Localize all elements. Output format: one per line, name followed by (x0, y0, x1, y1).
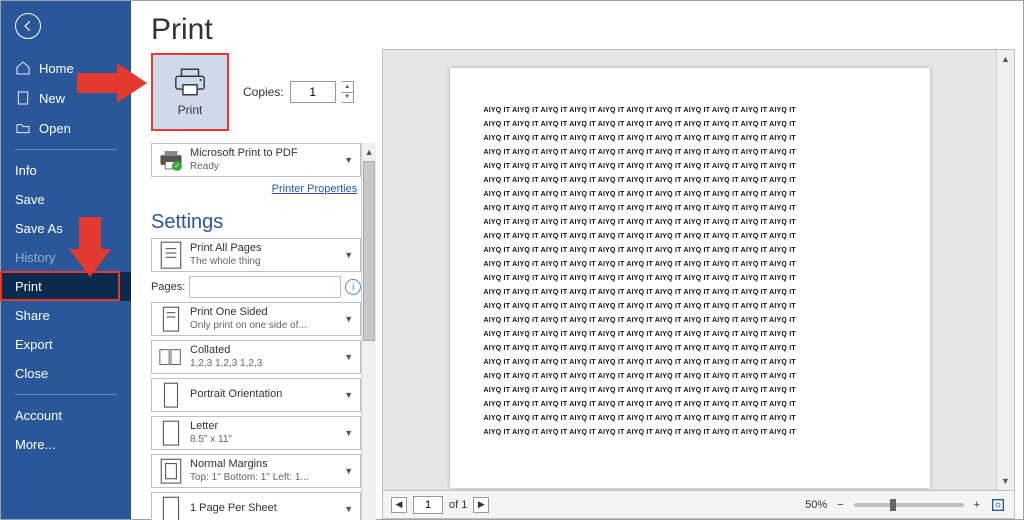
sidebar-item-open[interactable]: Open (1, 113, 131, 143)
zoom-out-button[interactable]: − (833, 499, 847, 511)
margins-icon (158, 456, 184, 486)
copies-input[interactable] (290, 81, 336, 103)
back-button[interactable] (15, 13, 41, 39)
paper-icon (158, 418, 184, 448)
doc-icon (158, 240, 184, 270)
sidebar-item-label: Open (39, 121, 71, 136)
setting-orientation[interactable]: Portrait Orientation ▼ (151, 378, 361, 412)
fit-page-icon[interactable] (990, 497, 1006, 513)
setting-margins[interactable]: Normal MarginsTop: 1" Bottom: 1" Left: 1… (151, 454, 361, 488)
sidebar-item-account[interactable]: Account (1, 401, 131, 430)
sidebar-item-history[interactable]: History (1, 243, 131, 272)
copies-stepper[interactable]: ▲▼ (342, 81, 354, 103)
printer-properties-link[interactable]: Printer Properties (272, 183, 358, 195)
collate-icon (158, 346, 184, 368)
sheet-icon (158, 494, 184, 520)
info-icon[interactable]: i (345, 279, 361, 295)
settings-heading: Settings (151, 211, 361, 234)
setting-pages-per-sheet[interactable]: 1 Page Per Sheet ▼ (151, 492, 361, 520)
sidebar-item-label: Home (39, 61, 74, 76)
scroll-down-icon[interactable]: ▼ (997, 472, 1014, 490)
preview-canvas: AIYQ IT AIYQ IT AIYQ IT AIYQ IT AIYQ IT … (383, 50, 996, 490)
page-number-input[interactable] (413, 496, 443, 514)
scroll-up-icon[interactable]: ▲ (362, 143, 376, 161)
sidebar-item-save[interactable]: Save (1, 185, 131, 214)
sidebar-item-export[interactable]: Export (1, 330, 131, 359)
sidebar-item-label: New (39, 91, 65, 106)
chevron-down-icon: ▼ (344, 466, 354, 476)
chevron-down-icon: ▼ (344, 428, 354, 438)
setting-sides[interactable]: Print One SidedOnly print on one side of… (151, 302, 361, 336)
chevron-down-icon: ▼ (344, 504, 354, 514)
sidebar-item-share[interactable]: Share (1, 301, 131, 330)
zoom-in-button[interactable]: + (970, 499, 984, 511)
copies-label: Copies: (243, 85, 284, 99)
sidebar-item-home[interactable]: Home (1, 53, 131, 83)
page-of-label: of 1 (449, 499, 467, 511)
setting-collate[interactable]: Collated1,2,3 1,2,3 1,2,3 ▼ (151, 340, 361, 374)
preview-scrollbar[interactable]: ▲ ▼ (996, 50, 1014, 490)
sidebar-item-info[interactable]: Info (1, 156, 131, 185)
chevron-down-icon: ▼ (344, 352, 354, 362)
preview-page: AIYQ IT AIYQ IT AIYQ IT AIYQ IT AIYQ IT … (450, 68, 930, 488)
print-settings-column: Print Print Copies: ▲▼ ✓ (131, 1, 376, 519)
content-area: Print Print Copies: ▲▼ ✓ (131, 1, 1023, 519)
chevron-down-icon[interactable]: ▼ (342, 93, 353, 103)
chevron-down-icon: ▼ (344, 390, 354, 400)
print-button[interactable]: Print (151, 53, 229, 131)
backstage-sidebar: Home New Open Info Save Save As History … (1, 1, 131, 519)
pages-input[interactable] (189, 276, 341, 298)
chevron-down-icon: ▼ (344, 314, 354, 324)
sidebar-separator (15, 394, 117, 395)
preview-toolbar: ◀ of 1 ▶ 50% − + (383, 490, 1014, 518)
check-icon: ✓ (172, 161, 182, 171)
page-title: Print (151, 13, 376, 47)
chevron-up-icon[interactable]: ▲ (342, 82, 353, 93)
chevron-down-icon: ▼ (344, 155, 354, 165)
settings-scrollbar[interactable]: ▲ ▼ (361, 143, 376, 520)
prev-page-button[interactable]: ◀ (391, 497, 407, 513)
sidebar-separator (15, 149, 117, 150)
pages-label: Pages: (151, 281, 185, 293)
zoom-label: 50% (805, 499, 827, 511)
printer-icon (173, 67, 207, 97)
new-icon (15, 90, 31, 106)
sidebar-item-new[interactable]: New (1, 83, 131, 113)
scrollbar-thumb[interactable] (363, 161, 375, 341)
sidebar-item-close[interactable]: Close (1, 359, 131, 388)
open-icon (15, 120, 31, 136)
back-arrow-icon (21, 19, 35, 33)
next-page-button[interactable]: ▶ (473, 497, 489, 513)
zoom-slider[interactable] (854, 503, 964, 507)
sidebar-item-print[interactable]: Print (1, 272, 131, 301)
setting-pages-scope[interactable]: Print All PagesThe whole thing ▼ (151, 238, 361, 272)
sidebar-item-more[interactable]: More... (1, 430, 131, 459)
printer-selector[interactable]: ✓ Microsoft Print to PDFReady ▼ (151, 143, 361, 177)
print-preview-pane: AIYQ IT AIYQ IT AIYQ IT AIYQ IT AIYQ IT … (382, 49, 1015, 519)
slider-knob[interactable] (890, 499, 896, 511)
scroll-up-icon[interactable]: ▲ (997, 50, 1014, 68)
home-icon (15, 60, 31, 76)
chevron-down-icon: ▼ (344, 250, 354, 260)
setting-paper[interactable]: Letter8.5" x 11" ▼ (151, 416, 361, 450)
sidebar-item-saveas[interactable]: Save As (1, 214, 131, 243)
page-side-icon (158, 304, 184, 334)
portrait-icon (158, 380, 184, 410)
